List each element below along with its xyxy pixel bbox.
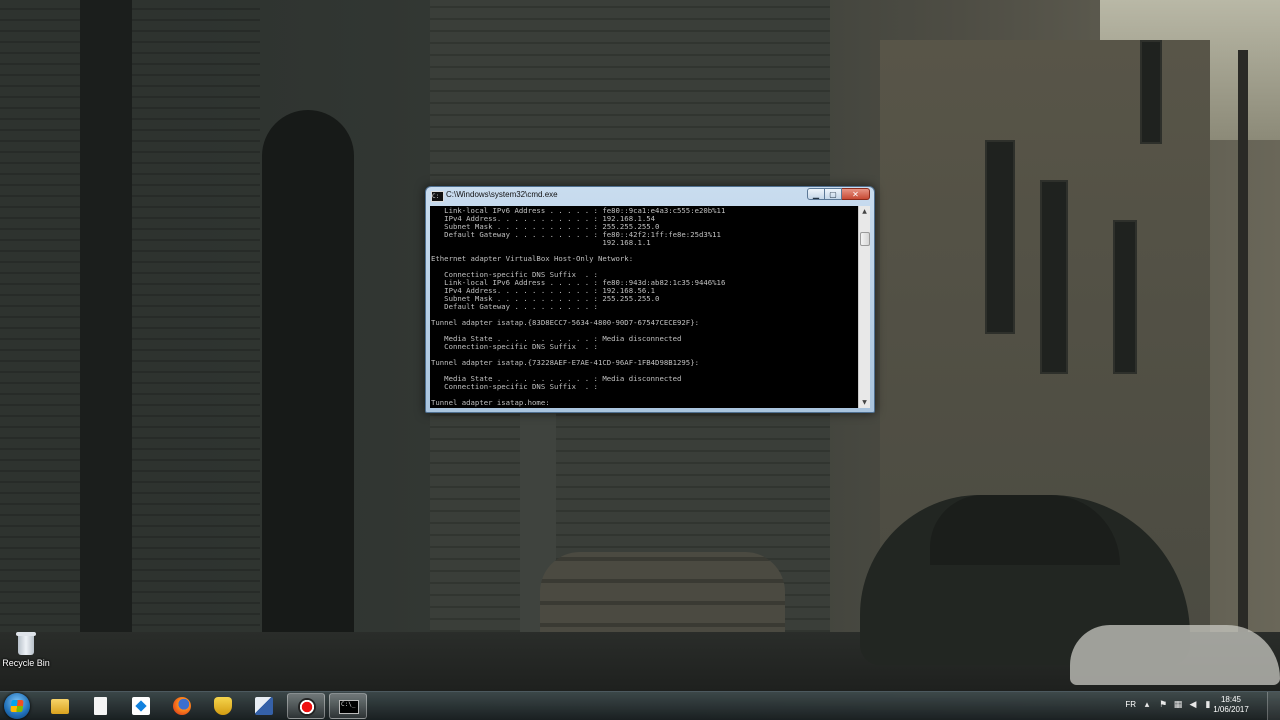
console-area[interactable]: Link-local IPv6 Address . . . . . : fe80… [430, 206, 870, 408]
cmd-app-icon[interactable]: C: [431, 191, 444, 202]
console-line: Connection-specific DNS Suffix . : [431, 382, 598, 391]
close-button[interactable]: ✕ [842, 188, 870, 200]
desktop-icon-label: Recycle Bin [2, 658, 50, 668]
minimize-icon: ▁ [812, 190, 820, 199]
recycle-bin-icon [15, 630, 37, 656]
maximize-icon: ▢ [829, 190, 837, 199]
flag-icon[interactable]: ⚑ [1158, 700, 1168, 710]
console-line: Tunnel adapter isatap.home: [431, 398, 550, 407]
clock-date: 1/06/2017 [1213, 705, 1249, 714]
desktop-icon-recycle-bin[interactable]: Recycle Bin [2, 630, 50, 668]
clock-time: 18:45 [1220, 695, 1242, 704]
scroll-down-arrow-icon[interactable]: ▼ [860, 398, 869, 407]
taskbar-screen-recorder[interactable] [287, 693, 325, 719]
console-line: Tunnel adapter isatap.{73228AEF-E7AE-41C… [431, 358, 699, 367]
wallpaper-window [1140, 40, 1162, 144]
console-line: Default Gateway . . . . . . . . . : [431, 302, 598, 311]
console-line: Tunnel adapter isatap.{83D8ECC7-5634-480… [431, 318, 699, 327]
taskbar-dropbox[interactable] [122, 693, 160, 719]
cmd-window[interactable]: C: C:\Windows\system32\cmd.exe ▁ ▢ ✕ Lin… [425, 186, 875, 413]
wallpaper-pillar [80, 0, 132, 690]
volume-icon[interactable]: ◀ [1188, 700, 1198, 710]
clock[interactable]: 18:45 1/06/2017 [1200, 695, 1262, 715]
network-icon[interactable]: ▦ [1173, 700, 1183, 710]
taskbar-explorer[interactable] [41, 693, 79, 719]
taskbar-network-app[interactable] [245, 693, 283, 719]
wallpaper-window [1113, 220, 1137, 374]
console-line: Ethernet adapter VirtualBox Host-Only Ne… [431, 254, 634, 263]
close-icon: ✕ [852, 190, 859, 199]
console-line: 192.168.1.1 [431, 238, 651, 247]
taskbar-command-prompt[interactable]: C:\_ [329, 693, 367, 719]
console-line: Connection-specific DNS Suffix . : [431, 342, 598, 351]
wallpaper-doorway [262, 110, 354, 680]
show-desktop-button[interactable] [1267, 692, 1280, 720]
start-button[interactable] [4, 693, 30, 719]
taskbar-firefox[interactable] [163, 693, 201, 719]
chevron-up-icon[interactable]: ▴ [1142, 700, 1152, 710]
system-tray: FR ▴ ⚑ ▦ ◀ ▮ 18:45 1/06/2017 [1110, 692, 1280, 720]
taskbar-teapot-app[interactable] [204, 693, 242, 719]
wallpaper-pole [1238, 50, 1248, 650]
file-icon [94, 697, 107, 715]
console-output[interactable]: Link-local IPv6 Address . . . . . : fe80… [431, 207, 859, 407]
wallpaper-window [1040, 180, 1068, 374]
cmd-titlebar[interactable]: C: C:\Windows\system32\cmd.exe ▁ ▢ ✕ [426, 187, 874, 205]
scrollbar-thumb[interactable] [860, 232, 870, 246]
vertical-scrollbar[interactable]: ▲ ▼ [858, 206, 870, 408]
minimize-button[interactable]: ▁ [807, 188, 825, 200]
windows-logo-icon [10, 700, 24, 712]
wallpaper-rubble [1070, 625, 1280, 685]
maximize-button[interactable]: ▢ [825, 188, 842, 200]
window-controls: ▁ ▢ ✕ [807, 188, 870, 200]
wallpaper-window [985, 140, 1015, 334]
teapot-icon [214, 697, 232, 715]
language-indicator[interactable]: FR [1125, 700, 1136, 709]
folder-icon [51, 699, 69, 714]
taskbar-notepad[interactable] [81, 693, 119, 719]
dropbox-icon [132, 697, 150, 715]
taskbar: C:\_ FR ▴ ⚑ ▦ ◀ ▮ 18:45 1/06/2017 [0, 691, 1280, 720]
cmd-icon: C:\_ [339, 700, 359, 714]
firefox-icon [173, 697, 191, 715]
network-icon [255, 697, 273, 715]
cmd-window-title: C:\Windows\system32\cmd.exe [446, 190, 558, 199]
scroll-up-arrow-icon[interactable]: ▲ [860, 207, 869, 216]
record-icon [298, 698, 316, 716]
